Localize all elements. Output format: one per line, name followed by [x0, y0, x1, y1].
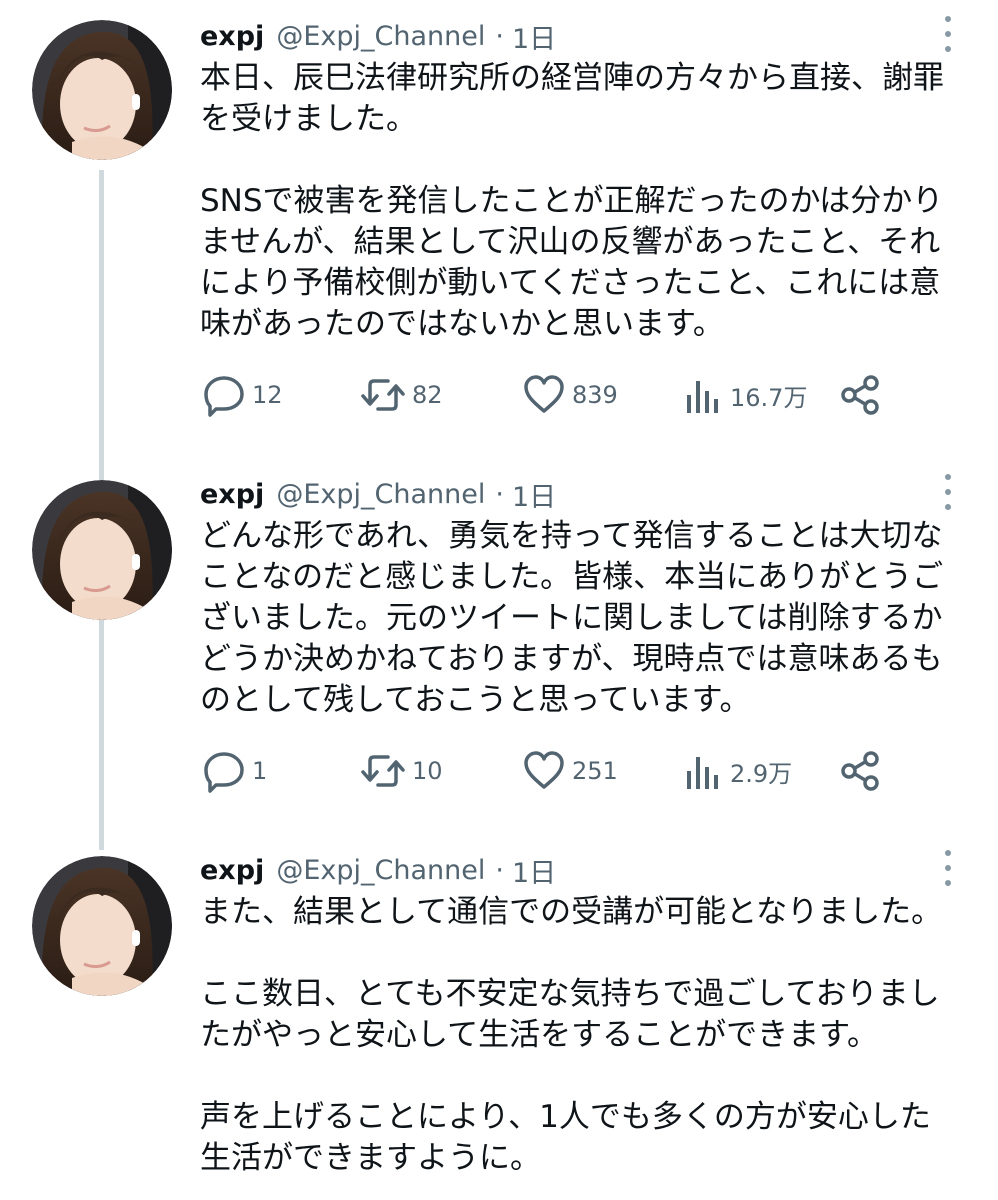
tweet-2[interactable]: expj @Expj_Channel · 1日 どんな形であれ、勇気を持って発信… [0, 470, 998, 850]
tweet-paragraph: 本日、辰巳法律研究所の経営陣の方々から直接、謝罪を受けました。 [200, 60, 944, 137]
avatar[interactable] [32, 856, 172, 996]
retweet-arrows-icon [361, 379, 405, 411]
avatar[interactable] [32, 480, 172, 620]
tweet-header: expj @Expj_Channel · 1日 [200, 17, 556, 56]
tweet-3[interactable]: expj @Expj_Channel · 1日 また、結果として通信での受講が可… [0, 850, 998, 1200]
bar-chart-icon [687, 757, 718, 789]
vertical-dots-icon[interactable] [942, 474, 954, 510]
retweet-button[interactable]: 10 [360, 746, 443, 796]
reply-count: 12 [252, 381, 283, 409]
views-button[interactable]: 16.7万 [684, 370, 807, 420]
tweet-text: 本日、辰巳法律研究所の経営陣の方々から直接、謝罪を受けました。 SNSで被害を発… [200, 58, 960, 345]
avatar[interactable] [32, 20, 172, 160]
display-name[interactable]: expj [200, 21, 264, 52]
views-button[interactable]: 2.9万 [684, 746, 792, 796]
reply-button[interactable]: 12 [202, 370, 283, 420]
tweet-actions: 12 82 839 16.7万 [200, 370, 900, 420]
retweet-count: 82 [412, 381, 443, 409]
timestamp[interactable]: 1日 [512, 851, 556, 890]
vertical-dots-icon[interactable] [942, 16, 954, 52]
tweet-header: expj @Expj_Channel · 1日 [200, 475, 556, 514]
tweet-paragraph: 声を上げることにより、1人でも多くの方が安心した生活ができますように。 [200, 1099, 931, 1176]
tweet-text: どんな形であれ、勇気を持って発信することは大切なことなのだと感じました。皆様、本… [200, 516, 960, 721]
thread-connector-line [99, 470, 104, 480]
share-button[interactable] [838, 370, 882, 420]
separator-dot: · [495, 478, 504, 510]
like-count: 251 [572, 757, 618, 785]
reply-button[interactable]: 1 [202, 746, 267, 796]
heart-icon [524, 751, 564, 789]
tweet-actions: 1 10 251 2.9万 [200, 746, 900, 796]
thread-connector-line [99, 170, 104, 470]
tweet-paragraph: ここ数日、とても不安定な気持ちで過ごしておりましたがやっと安心して生活をすること… [200, 976, 940, 1053]
share-nodes-icon [841, 375, 879, 415]
vertical-dots-icon[interactable] [942, 850, 954, 886]
tweet-header: expj @Expj_Channel · 1日 [200, 851, 556, 890]
timestamp[interactable]: 1日 [512, 475, 556, 514]
view-count: 16.7万 [730, 383, 808, 412]
thread-connector-line [99, 620, 104, 850]
like-button[interactable]: 251 [522, 746, 618, 796]
retweet-button[interactable]: 82 [360, 370, 443, 420]
bar-chart-icon [687, 381, 718, 413]
like-count: 839 [572, 381, 618, 409]
share-nodes-icon [841, 751, 879, 791]
tweet-paragraph: SNSで被害を発信したことが正解だったのかは分かりませんが、結果として沢山の反響… [200, 183, 944, 342]
tweet-1[interactable]: expj @Expj_Channel · 1日 本日、辰巳法律研究所の経営陣の方… [0, 0, 998, 470]
user-handle[interactable]: @Expj_Channel [276, 855, 485, 886]
speech-bubble-icon [204, 376, 244, 417]
share-button[interactable] [838, 746, 882, 796]
heart-icon [524, 375, 564, 413]
view-count: 2.9万 [730, 759, 793, 788]
reply-count: 1 [252, 757, 268, 785]
separator-dot: · [495, 854, 504, 886]
tweet-paragraph: また、結果として通信での受講が可能となりました。 [200, 894, 943, 930]
separator-dot: · [495, 20, 504, 52]
speech-bubble-icon [204, 752, 244, 793]
retweet-arrows-icon [361, 755, 405, 787]
timestamp[interactable]: 1日 [512, 17, 556, 56]
display-name[interactable]: expj [200, 855, 264, 886]
user-handle[interactable]: @Expj_Channel [276, 21, 485, 52]
tweet-paragraph: どんな形であれ、勇気を持って発信することは大切なことなのだと感じました。皆様、本… [200, 518, 944, 718]
user-handle[interactable]: @Expj_Channel [276, 479, 485, 510]
like-button[interactable]: 839 [522, 370, 618, 420]
tweet-text: また、結果として通信での受講が可能となりました。 ここ数日、とても不安定な気持ち… [200, 892, 960, 1179]
retweet-count: 10 [412, 757, 443, 785]
display-name[interactable]: expj [200, 479, 264, 510]
